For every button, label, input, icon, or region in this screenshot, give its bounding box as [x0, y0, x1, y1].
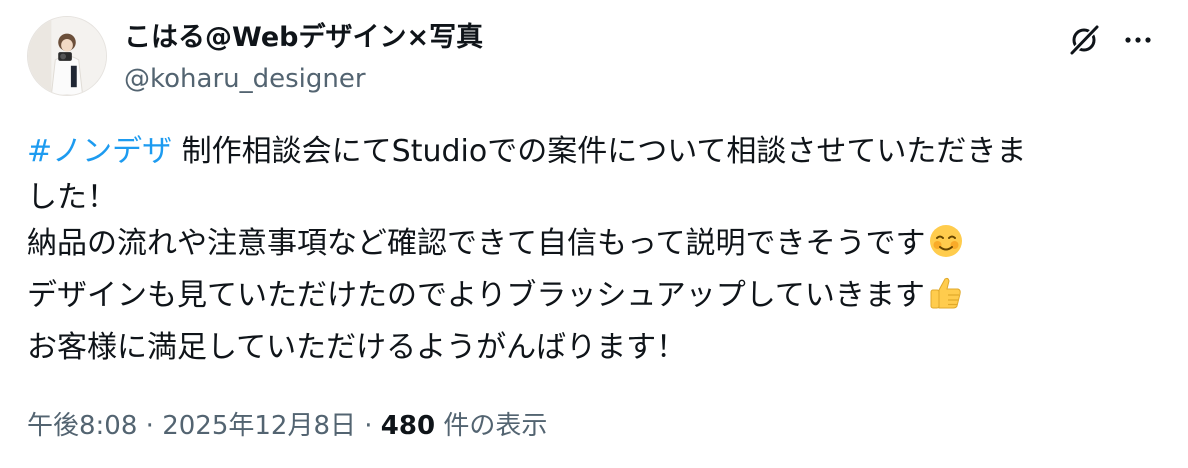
- tweet-line-1-text: 制作相談会にてStudioでの案件について相談させていただきま: [172, 134, 1027, 169]
- meta-separator: ·: [355, 411, 381, 441]
- more-icon: [1125, 37, 1151, 43]
- grok-icon: [1070, 25, 1099, 55]
- tweet-line-5: お客様に満足していただけるようがんばります！: [27, 330, 687, 365]
- tweet-line-3: 納品の流れや注意事項など確認できて自信もって説明できそうです: [27, 221, 1157, 273]
- tweet-line-3-text: 納品の流れや注意事項など確認できて自信もって説明できそうです: [27, 226, 926, 261]
- display-name[interactable]: こはる@Webデザイン×写真: [124, 20, 483, 56]
- avatar-image: [28, 17, 106, 95]
- tweet-time[interactable]: 午後8:08: [27, 411, 137, 441]
- more-options-button[interactable]: [1118, 20, 1158, 60]
- tweet-line-2: した！: [27, 180, 117, 215]
- tweet-meta: 午後8:08 · 2025年12月8日 · 480 件の表示: [27, 408, 547, 444]
- tweet-date[interactable]: 2025年12月8日: [162, 411, 356, 441]
- tweet-line-4: デザインも見ていただけたのでよりブラッシュアップしていきます: [27, 273, 1157, 325]
- tweet-line-4-text: デザインも見ていただけたのでよりブラッシュアップしていきます: [27, 278, 925, 313]
- views-count: 480: [380, 411, 436, 441]
- tweet-card: こはる@Webデザイン×写真 @koharu_designer #ノンデザ 制作…: [0, 0, 1188, 468]
- grok-button[interactable]: [1064, 20, 1104, 60]
- meta-separator: ·: [137, 411, 163, 441]
- tweet-line-1: #ノンデザ 制作相談会にてStudioでの案件について相談させていただきま: [27, 129, 1157, 175]
- avatar[interactable]: [27, 16, 107, 96]
- tweet-text: #ノンデザ 制作相談会にてStudioでの案件について相談させていただきま した…: [27, 129, 1157, 371]
- hashtag-link[interactable]: #ノンデザ: [27, 134, 172, 169]
- user-handle[interactable]: @koharu_designer: [124, 62, 366, 96]
- thumbs-up-icon: [927, 275, 963, 325]
- views-label: 件の表示: [435, 411, 548, 441]
- smiling-face-icon: [928, 223, 964, 273]
